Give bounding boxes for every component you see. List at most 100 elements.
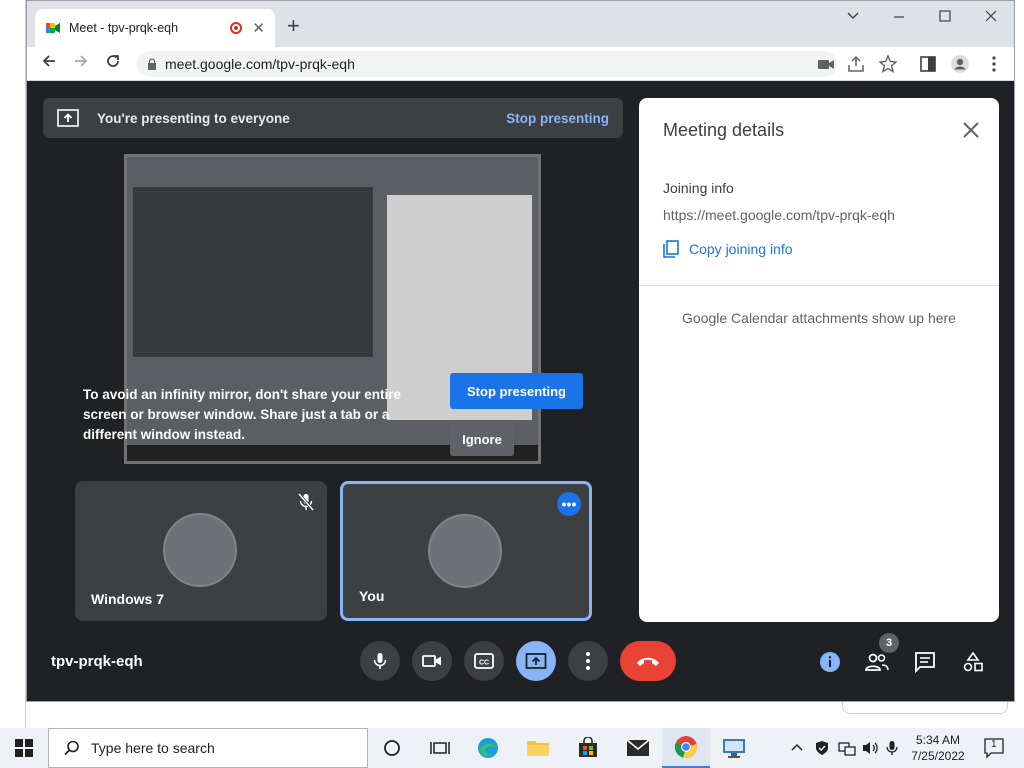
reload-button[interactable] — [101, 52, 125, 76]
taskbar-search-box[interactable]: Type here to search — [48, 728, 368, 768]
close-icon — [985, 10, 997, 22]
tab-title: Meet - tpv-prqk-eqh — [69, 21, 179, 35]
lock-icon — [148, 58, 156, 70]
back-button[interactable] — [37, 52, 61, 76]
activities-button[interactable] — [960, 649, 986, 675]
panel-title: Meeting details — [663, 120, 785, 140]
side-panel-icon[interactable] — [917, 53, 939, 75]
recording-indicator-icon — [230, 22, 243, 34]
cortana-button[interactable] — [368, 728, 416, 768]
mail-taskbar-app[interactable] — [614, 728, 662, 768]
participant-name: You — [359, 588, 385, 604]
people-icon — [865, 653, 889, 671]
svg-text:CC: CC — [479, 660, 489, 667]
reload-icon — [107, 55, 119, 67]
edge-taskbar-app[interactable] — [464, 728, 512, 768]
stop-presenting-link[interactable]: Stop presenting — [506, 111, 609, 126]
bookmark-star-icon[interactable] — [877, 53, 899, 75]
people-button[interactable] — [864, 649, 890, 675]
folder-icon — [527, 741, 549, 756]
more-options-icon[interactable]: ••• — [557, 492, 581, 516]
share-icon[interactable] — [845, 53, 867, 75]
chat-icon — [915, 652, 935, 673]
minimize-button[interactable] — [833, 9, 873, 28]
presenting-banner: You're presenting to everyone Stop prese… — [43, 98, 623, 138]
task-view-button[interactable] — [416, 728, 464, 768]
volume-icon[interactable] — [862, 740, 880, 756]
chevron-up-icon[interactable] — [790, 741, 804, 755]
windows-taskbar: Type here to search 5:34 AM 7/25/2022 1 — [0, 728, 1024, 768]
hang-up-icon — [637, 657, 659, 666]
notification-center-button[interactable]: 1 — [982, 736, 1006, 760]
camera-icon[interactable] — [815, 53, 837, 75]
closed-captions-icon: CC — [474, 653, 494, 669]
leave-call-button[interactable] — [620, 641, 676, 681]
tab-close-icon[interactable]: ✕ — [252, 19, 265, 37]
present-now-button[interactable] — [516, 641, 556, 681]
file-explorer-taskbar-app[interactable] — [514, 728, 562, 768]
minimize-window-button[interactable] — [879, 9, 919, 28]
store-taskbar-app[interactable] — [564, 728, 612, 768]
address-bar[interactable]: meet.google.com/tpv-prqk-eqh — [137, 51, 837, 77]
close-window-button[interactable] — [971, 9, 1011, 28]
microphone-icon[interactable] — [886, 740, 898, 756]
remote-desktop-taskbar-app[interactable] — [710, 728, 758, 768]
stop-presenting-button[interactable]: Stop presenting — [450, 373, 583, 409]
clock-date: 7/25/2022 — [911, 749, 965, 763]
meeting-details-button[interactable] — [817, 649, 843, 675]
network-icon[interactable] — [838, 740, 856, 756]
meeting-code: tpv-prqk-eqh — [51, 653, 143, 670]
copy-icon — [663, 240, 679, 258]
task-view-icon — [430, 742, 450, 754]
more-options-button[interactable] — [568, 641, 608, 681]
avatar — [428, 514, 502, 588]
chrome-taskbar-app[interactable] — [662, 728, 710, 768]
close-icon[interactable] — [961, 120, 981, 140]
remote-desktop-icon — [723, 739, 745, 758]
participant-tile-you[interactable]: ••• You — [340, 481, 592, 621]
calendar-attachments-text: Google Calendar attachments show up here — [682, 310, 956, 326]
minimize-icon — [894, 16, 904, 18]
preview-content — [133, 187, 373, 357]
url-text: meet.google.com/tpv-prqk-eqh — [165, 56, 355, 72]
microphone-icon — [373, 653, 387, 669]
participant-name: Windows 7 — [91, 591, 164, 607]
info-icon — [820, 652, 840, 672]
maximize-button[interactable] — [925, 9, 965, 28]
divider — [639, 285, 999, 286]
taskbar-clock[interactable]: 5:34 AM 7/25/2022 — [900, 732, 976, 764]
new-tab-button[interactable]: + — [287, 15, 300, 37]
kebab-menu-icon — [586, 652, 590, 670]
meeting-details-panel: Meeting details Joining info https://mee… — [639, 98, 999, 622]
forward-button[interactable] — [69, 52, 93, 76]
browser-tab-meet[interactable]: Meet - tpv-prqk-eqh ✕ — [35, 9, 275, 47]
edge-browser-icon — [478, 738, 498, 758]
ignore-button[interactable]: Ignore — [450, 422, 514, 456]
chat-button[interactable] — [912, 649, 938, 675]
search-placeholder: Type here to search — [91, 740, 215, 756]
chevron-down-icon — [847, 12, 859, 19]
clock-time: 5:34 AM — [915, 733, 961, 747]
camera-button[interactable] — [412, 641, 452, 681]
video-camera-icon — [422, 655, 441, 667]
microphone-button[interactable] — [360, 641, 400, 681]
desktop-background — [0, 0, 26, 728]
kebab-menu-icon[interactable] — [983, 53, 1005, 75]
captions-button[interactable]: CC — [464, 641, 504, 681]
participant-tile-windows7[interactable]: Windows 7 — [75, 481, 327, 621]
notification-count: 1 — [991, 739, 997, 750]
maximize-icon — [939, 10, 951, 22]
windows-logo-icon — [15, 739, 33, 757]
profile-avatar-icon[interactable] — [949, 53, 971, 75]
start-button[interactable] — [0, 728, 48, 768]
cortana-circle-icon — [384, 740, 400, 756]
system-tray — [790, 728, 898, 768]
store-bag-icon — [579, 737, 597, 757]
copy-joining-info-button[interactable]: Copy joining info — [663, 240, 793, 258]
joining-url: https://meet.google.com/tpv-prqk-eqh — [663, 207, 895, 223]
search-icon — [64, 740, 79, 756]
mail-envelope-icon — [626, 739, 650, 756]
arrow-left-icon — [42, 55, 55, 67]
security-shield-icon[interactable] — [814, 740, 830, 756]
chrome-window: Meet - tpv-prqk-eqh ✕ + meet.google.com/… — [26, 0, 1015, 702]
